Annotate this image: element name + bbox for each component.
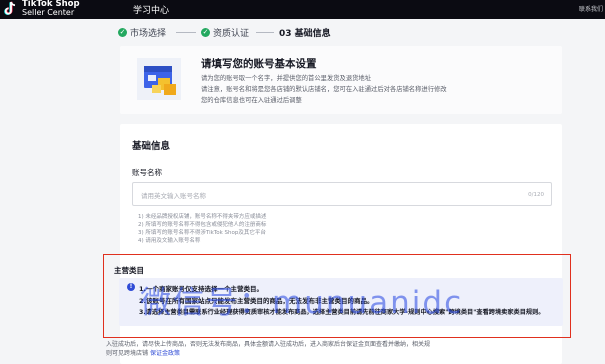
setup-banner: 请填写您的账号基本设置 请为您的账号取一个名字，并提供您的首公里发货及退货地址 … (120, 46, 562, 114)
nav-contact-link[interactable]: 联系我们 (579, 4, 603, 13)
main-category-label: 主营类目 (114, 266, 144, 275)
check-icon: ✓ (201, 28, 210, 37)
step-label: 资质认证 (213, 29, 250, 39)
banner-text-line: 请注意，账号名和将是您各店铺的默认店铺名，您可在入驻通过后对各店铺名称进行修改 (201, 86, 447, 93)
step-label: 03 基础信息 (279, 29, 331, 39)
input-placeholder: 请用英文输入账号名称 (141, 192, 206, 200)
hint-line: 4) 请用及文输入账号名称 (138, 238, 201, 244)
watermark-text: 微信号：munuanidc (140, 285, 464, 321)
banner-text-line: 请为您的账号取一个名字，并提供您的首公里发货及退货地址 (201, 75, 372, 82)
top-nav-bar: TikTok Shop Seller Center 学习中心 联系我们 (0, 0, 605, 19)
tiktok-logo-icon (4, 1, 16, 15)
deposit-note: 入驻成功后，请尽快上传商品，否则无法发布商品，具体金额请入驻成功后，进入商家后台… (106, 341, 431, 348)
hint-line: 3) 所填写的账号名称不得涉TikTok Shop及其它平台 (138, 230, 266, 236)
step-connector (256, 32, 274, 33)
onboarding-steps: ✓ 市场选择 ✓ 资质认证 03 基础信息 (0, 19, 605, 46)
info-icon: ! (127, 283, 135, 291)
deposit-policy-link[interactable]: 保证金政策 (150, 350, 180, 357)
step-market-selection: ✓ 市场选择 (118, 26, 166, 39)
step-label: 市场选择 (130, 29, 167, 39)
deposit-note-line2: 则可见跨境店铺 保证金政策 (106, 348, 180, 357)
hint-line: 1) 未经品牌授权店铺，账号名称不得夹带方应或描述 (138, 214, 267, 220)
deposit-note-prefix: 则可见跨境店铺 (106, 350, 149, 357)
nav-learning-center[interactable]: 学习中心 (133, 3, 169, 16)
account-name-label: 账号名称 (132, 168, 162, 177)
store-illustration-icon (137, 58, 181, 100)
char-counter: 0/120 (528, 192, 544, 198)
check-icon: ✓ (118, 28, 127, 37)
banner-text-line: 您的仓库信息也可在入驻通过后调整 (201, 97, 302, 104)
step-qualification: ✓ 资质认证 (201, 26, 249, 39)
account-name-input[interactable]: 请用英文输入账号名称 0/120 (132, 182, 552, 206)
logo-subtitle: Seller Center (22, 8, 75, 17)
step-connector (176, 32, 196, 33)
step-basic-info: 03 基础信息 (279, 26, 331, 39)
section-title: 基础信息 (132, 141, 171, 152)
hint-line: 2) 所填写的账号名称不得包含或侵犯他人的注册商标 (138, 222, 267, 228)
banner-title: 请填写您的账号基本设置 (201, 58, 317, 70)
